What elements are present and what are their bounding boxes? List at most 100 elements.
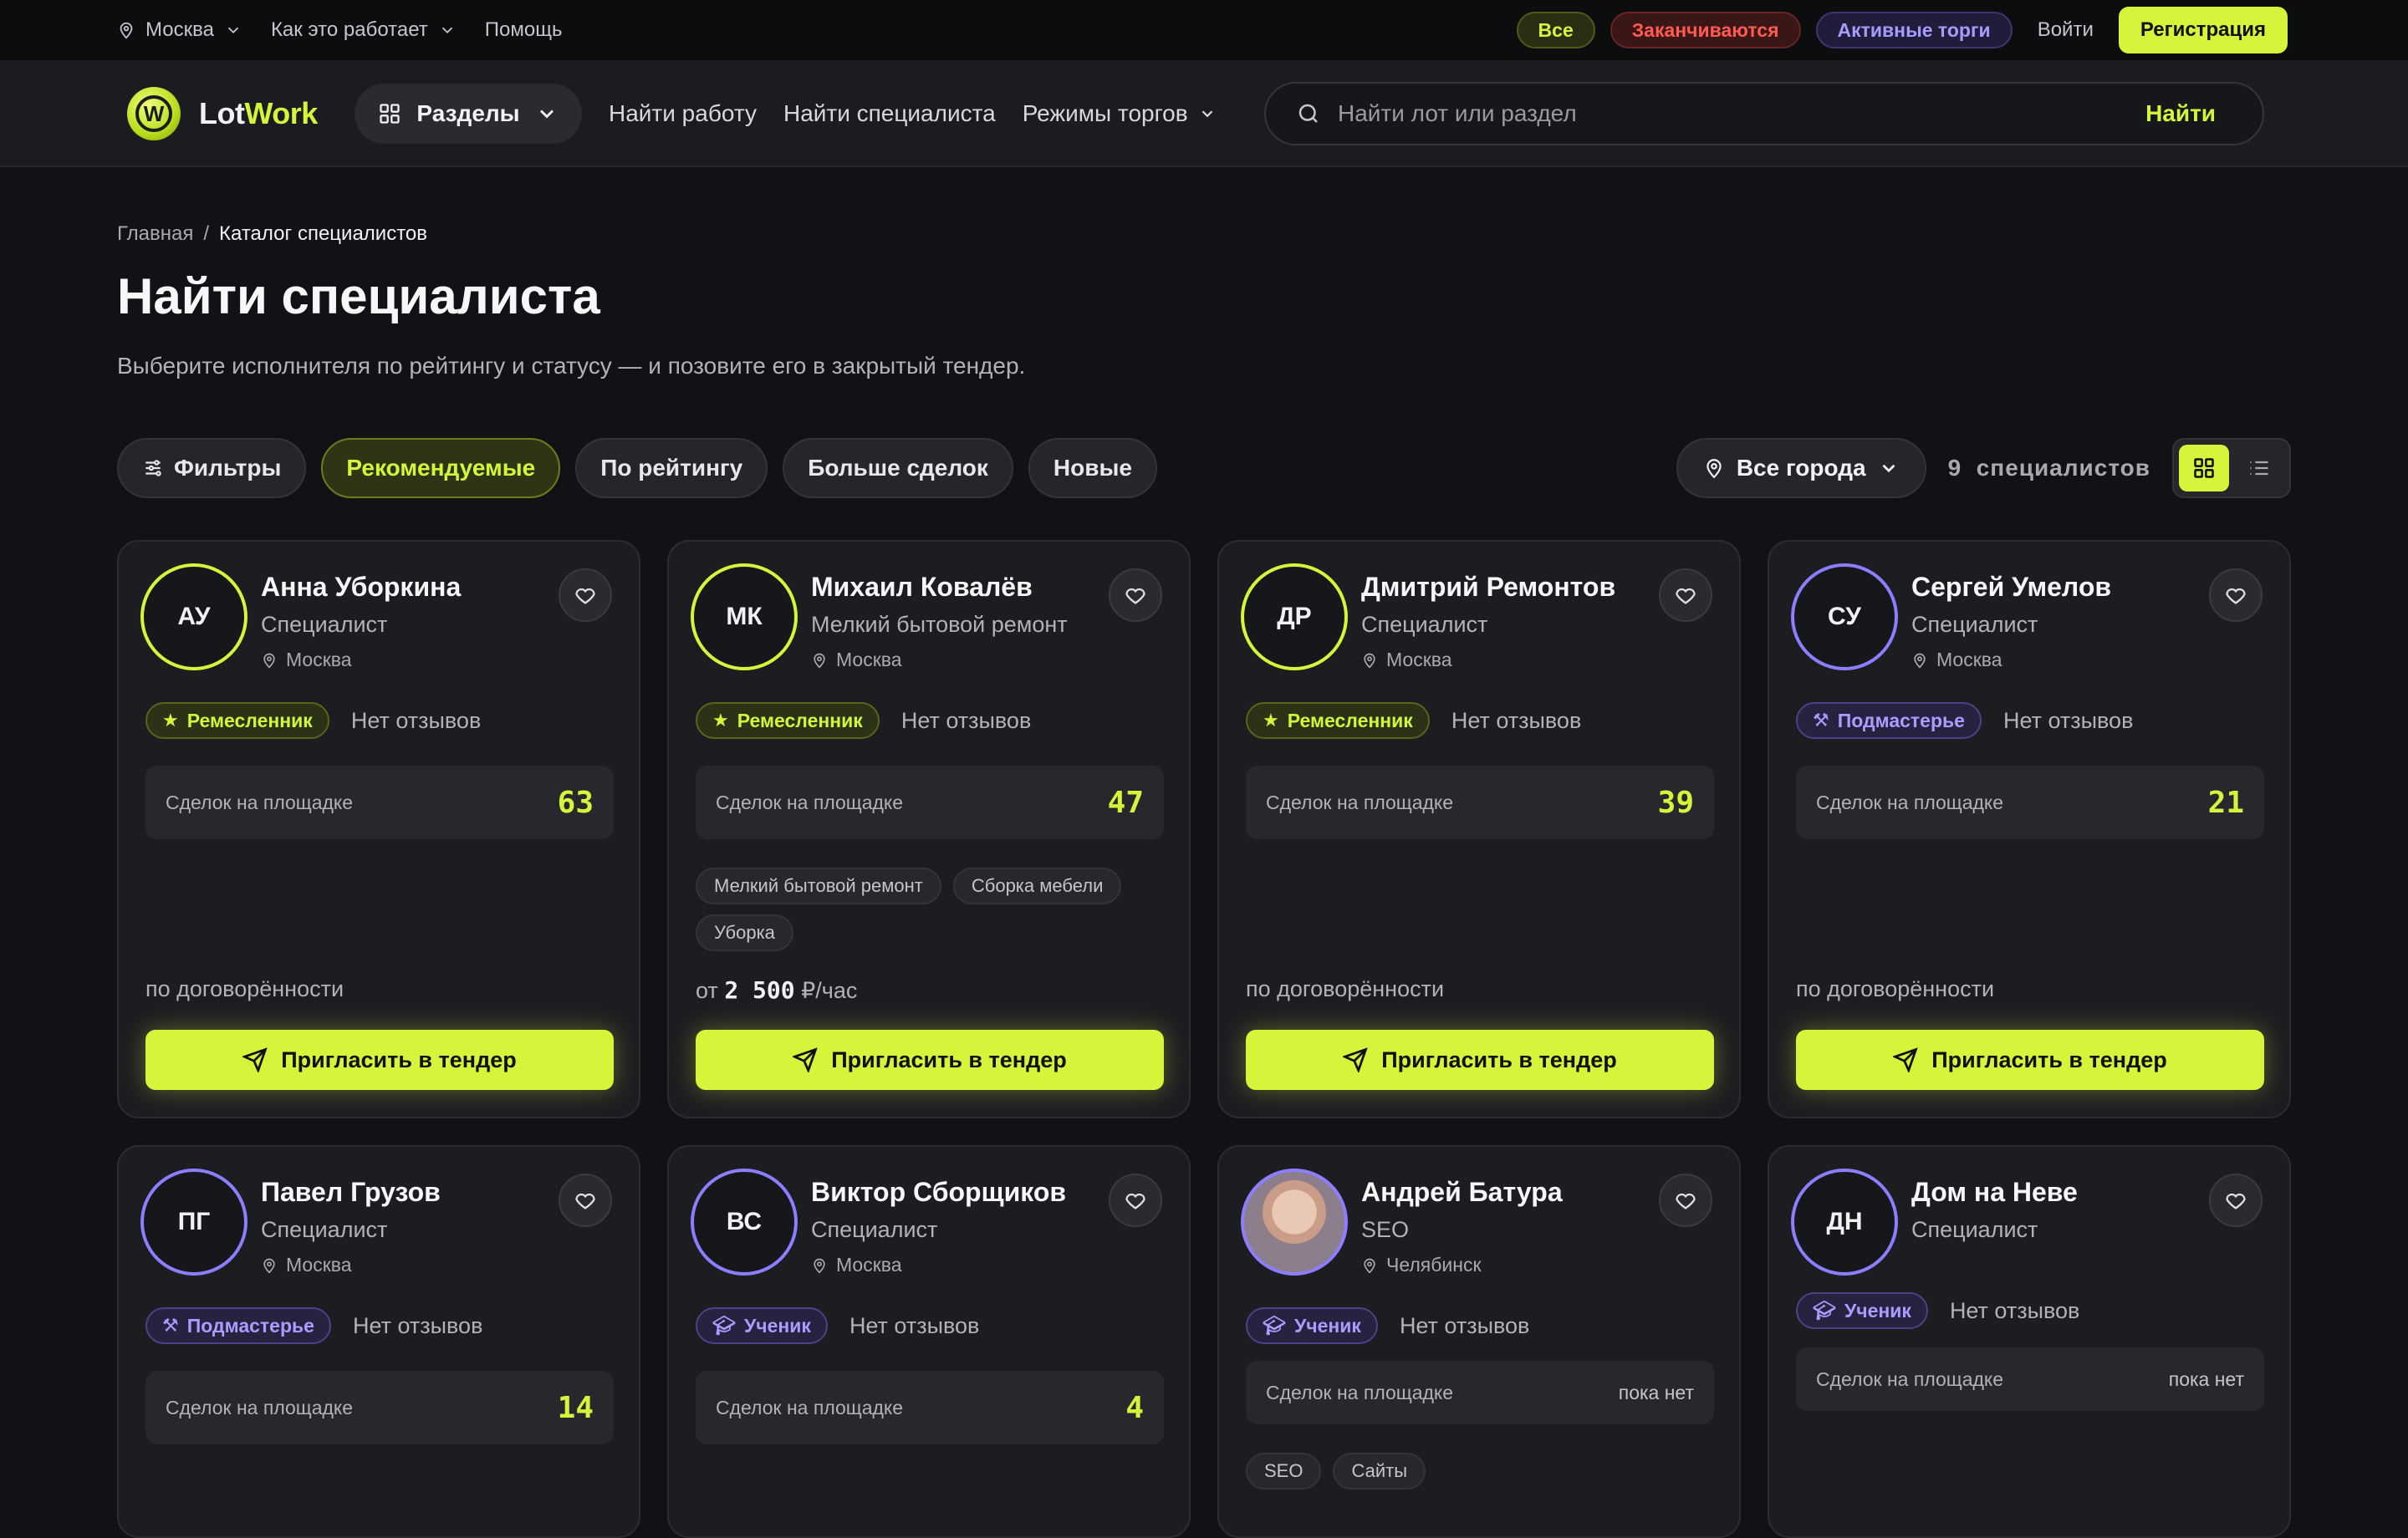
register-button[interactable]: Регистрация [2118,7,2288,53]
card-badges: ⚒ Подмастерье Нет отзывов [145,1307,482,1344]
specialist-card[interactable]: МК Михаил Ковалёв Мелкий бытовой ремонт … [667,540,1191,1118]
specialist-card[interactable]: ДН Дом на Неве Специалист 🎓︎ Ученик Нет о… [1768,1145,2291,1538]
skill-tag[interactable]: SEO [1246,1453,1322,1490]
invite-to-tender-button[interactable]: Пригласить в тендер [1246,1030,1714,1090]
send-icon [242,1047,268,1072]
specialist-card[interactable]: ПГ Павел Грузов Специалист Москва ⚒ Подма… [117,1145,640,1538]
location-pin-icon [263,1258,275,1274]
heart-icon [575,1193,595,1210]
grid-view-button[interactable] [2179,445,2229,491]
sort-recommended[interactable]: Рекомендуемые [321,438,561,498]
reviews-status: Нет отзывов [352,1312,483,1338]
specialist-name[interactable]: Павел Грузов [261,1177,441,1208]
reviews-status: Нет отзывов [350,707,482,733]
logo[interactable]: W LotWork [127,87,318,140]
avatar: ДР [1241,563,1348,670]
specialist-card[interactable]: АУ Анна Уборкина Специалист Москва ★ Реме… [117,540,640,1118]
specialist-location: Москва [811,649,902,671]
card-badges: 🎓︎ Ученик Нет отзывов [1246,1307,1529,1344]
skill-tag[interactable]: Сайты [1333,1453,1426,1490]
specialist-name[interactable]: Анна Уборкина [261,572,461,603]
location-pin-icon [814,653,825,669]
filter-pill-all[interactable]: Все [1516,12,1595,48]
star-icon: ★ [712,710,729,731]
deals-box: Сделок на площадке 21 [1796,766,2264,839]
grid-icon [380,104,400,124]
search-button[interactable]: Найти [2145,100,2216,127]
nav-auction-modes[interactable]: Режимы торгов [1023,100,1217,127]
skill-tag[interactable]: Мелкий бытовой ремонт [696,868,941,904]
specialist-name[interactable]: Андрей Батура [1361,1177,1563,1208]
specialist-card[interactable]: СУ Сергей Умелов Специалист Москва ⚒ Подм… [1768,540,2291,1118]
sort-new[interactable]: Новые [1028,438,1157,498]
skill-tag[interactable]: Сборка мебели [952,868,1122,904]
favorite-button[interactable] [1659,1174,1712,1227]
specialist-role: Специалист [261,1217,388,1242]
top-bar: Москва Как это работает Помощь Все Закан… [0,0,2408,60]
avatar: МК [691,563,798,670]
specialist-card[interactable]: ДР Дмитрий Ремонтов Специалист Москва ★ Р… [1217,540,1741,1118]
specialist-name[interactable]: Дом на Неве [1911,1177,2078,1208]
chevron-down-icon [539,109,554,119]
sections-label: Разделы [416,100,520,126]
specialist-name[interactable]: Сергей Умелов [1911,572,2111,603]
rank-badge: ★ Ремесленник [696,702,880,739]
favorite-button[interactable] [1109,1174,1162,1227]
nav-find-job[interactable]: Найти работу [609,100,757,127]
rank-badge: ⚒ Подмастерье [145,1307,331,1344]
favorite-button[interactable] [2209,1174,2263,1227]
hammer-icon: ⚒ [1813,710,1829,731]
avatar: ДН [1791,1169,1898,1276]
heart-icon [2226,588,2246,604]
main-header: W LotWork Разделы Найти работу Найти спе… [0,60,2408,167]
heart-icon [575,588,595,604]
deals-box: Сделок на площадке 63 [145,766,614,839]
sort-more-deals[interactable]: Больше сделок [783,438,1013,498]
help-link[interactable]: Помощь [485,18,563,42]
nav-find-specialist[interactable]: Найти специалиста [783,100,996,127]
logo-mark-icon: W [127,87,181,140]
favorite-button[interactable] [2209,568,2263,622]
search-bar: Найти [1264,82,2264,145]
filter-pill-ending[interactable]: Заканчиваются [1610,12,1801,48]
login-link[interactable]: Войти [2028,18,2104,42]
city-label: Москва [145,18,214,41]
rank-badge: 🎓︎ Ученик [1246,1307,1378,1344]
deals-box: Сделок на площадке 4 [696,1371,1164,1444]
invite-to-tender-button[interactable]: Пригласить в тендер [696,1030,1164,1090]
specialist-card[interactable]: Андрей Батура SEO Челябинск 🎓︎ Ученик Нет… [1217,1145,1741,1538]
specialist-name[interactable]: Виктор Сборщиков [811,1177,1066,1208]
specialist-name[interactable]: Михаил Ковалёв [811,572,1033,603]
filters-button[interactable]: Фильтры [117,438,307,498]
filter-pill-active-auctions[interactable]: Активные торги [1815,12,2013,48]
how-it-works-menu[interactable]: Как это работает [271,18,457,42]
sections-button[interactable]: Разделы [355,84,582,144]
search-input[interactable] [1338,100,2146,127]
specialist-name[interactable]: Дмитрий Ремонтов [1361,572,1615,603]
skill-tags: Мелкий бытовой ремонт Сборка мебели Убор… [696,868,1164,951]
favorite-button[interactable] [559,1174,612,1227]
card-badges: 🎓︎ Ученик Нет отзывов [1796,1292,2079,1329]
favorite-button[interactable] [1659,568,1712,622]
favorite-button[interactable] [1109,568,1162,622]
skill-tag[interactable]: Уборка [696,914,793,951]
reviews-status: Нет отзывов [2002,707,2134,733]
specialist-location: Москва [261,1254,352,1276]
city-selector[interactable]: Москва [117,18,242,42]
deals-count: пока нет [1618,1381,1694,1403]
invite-to-tender-button[interactable]: Пригласить в тендер [145,1030,614,1090]
invite-to-tender-button[interactable]: Пригласить в тендер [1796,1030,2264,1090]
deals-box: Сделок на площадке 47 [696,766,1164,839]
sort-by-rating[interactable]: По рейтингу [575,438,768,498]
heart-icon [1676,1193,1696,1210]
avatar: СУ [1791,563,1898,670]
search-icon [1298,104,1318,123]
favorite-button[interactable] [559,568,612,622]
location-pin-icon [263,653,275,669]
breadcrumb-home[interactable]: Главная [117,222,193,246]
city-filter-dropdown[interactable]: Все города [1676,438,1926,498]
send-icon [1893,1047,1918,1072]
reviews-status: Нет отзывов [1451,707,1582,733]
specialist-card[interactable]: ВС Виктор Сборщиков Специалист Москва 🎓︎… [667,1145,1191,1538]
list-view-button[interactable] [2234,445,2284,491]
